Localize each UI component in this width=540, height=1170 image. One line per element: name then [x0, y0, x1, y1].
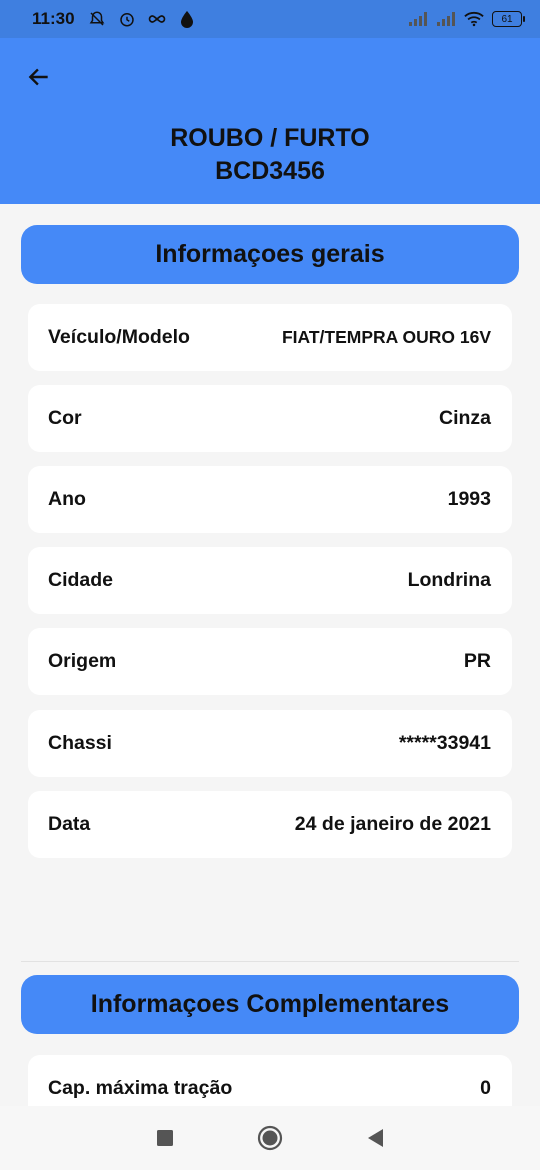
row-value: *****33941: [398, 732, 491, 754]
info-row-date: Data 24 de janeiro de 2021: [28, 791, 512, 858]
signal-icon: [408, 9, 428, 29]
wifi-icon: [464, 9, 484, 29]
recent-apps-button[interactable]: [150, 1123, 180, 1153]
recent-apps-icon: [157, 1130, 173, 1146]
notifications-off-icon: [87, 9, 107, 29]
battery-icon: 61: [492, 11, 525, 27]
row-value: FIAT/TEMPRA OURO 16V: [281, 327, 491, 347]
info-row-chassis: Chassi *****33941: [28, 710, 512, 777]
row-value: Cinza: [438, 407, 491, 429]
alarm-icon: [117, 9, 137, 29]
navigation-bar: [0, 1106, 540, 1170]
row-value: 24 de janeiro de 2021: [294, 813, 491, 835]
row-label: Data: [48, 813, 91, 835]
section-header-general: Informaçoes gerais: [21, 225, 519, 284]
row-label: Chassi: [48, 732, 112, 754]
page-title-line2: BCD3456: [215, 157, 325, 185]
row-value: Londrina: [407, 569, 491, 591]
home-button[interactable]: [255, 1123, 285, 1153]
back-nav-button[interactable]: [360, 1123, 390, 1153]
row-label: Origem: [48, 650, 117, 672]
back-button[interactable]: [22, 60, 56, 94]
page-title: ROUBO / FURTO BCD3456: [0, 122, 540, 188]
row-label: Cap. máxima tração: [48, 1077, 233, 1099]
divider: [21, 961, 519, 962]
arrow-left-icon: [28, 68, 48, 86]
info-row-vehicle-model: Veículo/Modelo FIAT/TEMPRA OURO 16V: [28, 304, 512, 371]
app-header: ROUBO / FURTO BCD3456: [0, 38, 540, 204]
status-right: 61: [408, 9, 525, 29]
signal-icon: [436, 9, 456, 29]
status-left: 11:30: [32, 9, 197, 29]
screen: 11:30 61 ROUBO / FURTO BCD3456 Informaço…: [0, 0, 540, 1170]
infinity-icon: [147, 9, 167, 29]
drop-icon: [177, 9, 197, 29]
row-value: 1993: [447, 488, 491, 510]
info-row-year: Ano 1993: [28, 466, 512, 533]
page-title-line1: ROUBO / FURTO: [170, 124, 370, 152]
back-nav-icon: [368, 1129, 383, 1147]
row-label: Veículo/Modelo: [48, 326, 190, 348]
row-value: PR: [463, 650, 491, 672]
info-row-origin: Origem PR: [28, 628, 512, 695]
status-bar: 11:30 61: [0, 0, 540, 38]
section-header-complementary: Informaçoes Complementares: [21, 975, 519, 1034]
row-label: Cidade: [48, 569, 114, 591]
row-value: 0: [480, 1077, 491, 1099]
home-icon: [257, 1125, 283, 1151]
info-row-color: Cor Cinza: [28, 385, 512, 452]
status-time: 11:30: [32, 9, 75, 28]
row-label: Ano: [48, 488, 86, 510]
row-label: Cor: [48, 407, 82, 429]
info-row-city: Cidade Londrina: [28, 547, 512, 614]
